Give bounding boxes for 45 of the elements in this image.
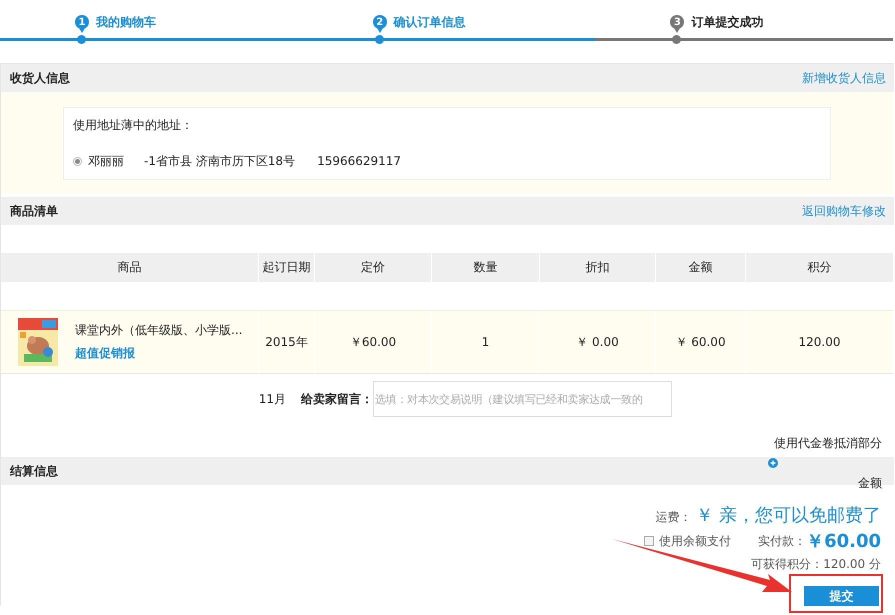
column-header: 商品	[1, 253, 259, 282]
table-cell: 120.00	[746, 310, 894, 374]
table-cell: ￥ 60.00	[656, 310, 746, 374]
shipping-label: 运费：	[655, 509, 692, 526]
table-cell: 1	[432, 310, 540, 374]
section-title: 商品清单	[10, 202, 58, 220]
payable-amount: ￥60.00	[806, 530, 881, 553]
column-header: 定价	[315, 253, 432, 282]
column-header: 金额	[656, 253, 746, 282]
voucher-label: 使用代金卷抵消部分	[774, 435, 882, 452]
step-label: 我的购物车	[96, 14, 156, 31]
table-cell: 2015年	[259, 310, 315, 374]
step-label: 确认订单信息	[394, 14, 466, 31]
step-label: 订单提交成功	[691, 14, 764, 31]
radio-button[interactable]	[73, 156, 82, 166]
column-header: 积分	[746, 253, 894, 282]
address-prompt: 使用地址薄中的地址：	[73, 117, 194, 134]
message-label: 给卖家留言：	[301, 390, 373, 408]
promo-link[interactable]: 超值促销报	[75, 345, 242, 362]
recipient-phone: 15966629117	[317, 154, 402, 168]
table-cell-text: 11月	[258, 390, 287, 408]
recipient-address: -1省市县 济南市历下区18号	[144, 152, 296, 170]
column-header: 折扣	[540, 253, 656, 282]
plus-icon[interactable]	[768, 458, 778, 468]
column-header: 起订日期	[259, 253, 315, 282]
step-number: 3	[670, 15, 684, 34]
header-link[interactable]: 返回购物车修改	[802, 202, 886, 220]
points-text: 可获得积分：120.00 分	[751, 556, 881, 573]
section-title: 结算信息	[10, 462, 58, 480]
checkbox[interactable]	[644, 536, 654, 546]
header-link[interactable]: 新增收货人信息	[802, 70, 886, 86]
message-field[interactable]: 选填：对本次交易说明（建议填写已经和卖家达成一致的	[373, 381, 672, 417]
shipping-value: ￥ 亲，您可以免邮费了	[695, 504, 881, 527]
payable-label: 实付款：	[758, 532, 806, 550]
table-cell: ￥ 0.00	[540, 310, 656, 374]
recipient-name: 邓丽丽	[88, 152, 124, 170]
table-cell: ￥60.00	[315, 310, 432, 374]
column-header: 数量	[432, 253, 540, 282]
checkbox-label: 使用余额支付	[659, 532, 732, 550]
submit-button[interactable]: 提交	[804, 586, 879, 606]
amount-label: 金额	[858, 475, 882, 492]
section-title: 收货人信息	[10, 70, 70, 86]
step-number: 2	[372, 15, 387, 34]
step-number: 1	[75, 15, 89, 34]
product-title: 课堂内外（低年级版、小学版...	[75, 322, 242, 339]
